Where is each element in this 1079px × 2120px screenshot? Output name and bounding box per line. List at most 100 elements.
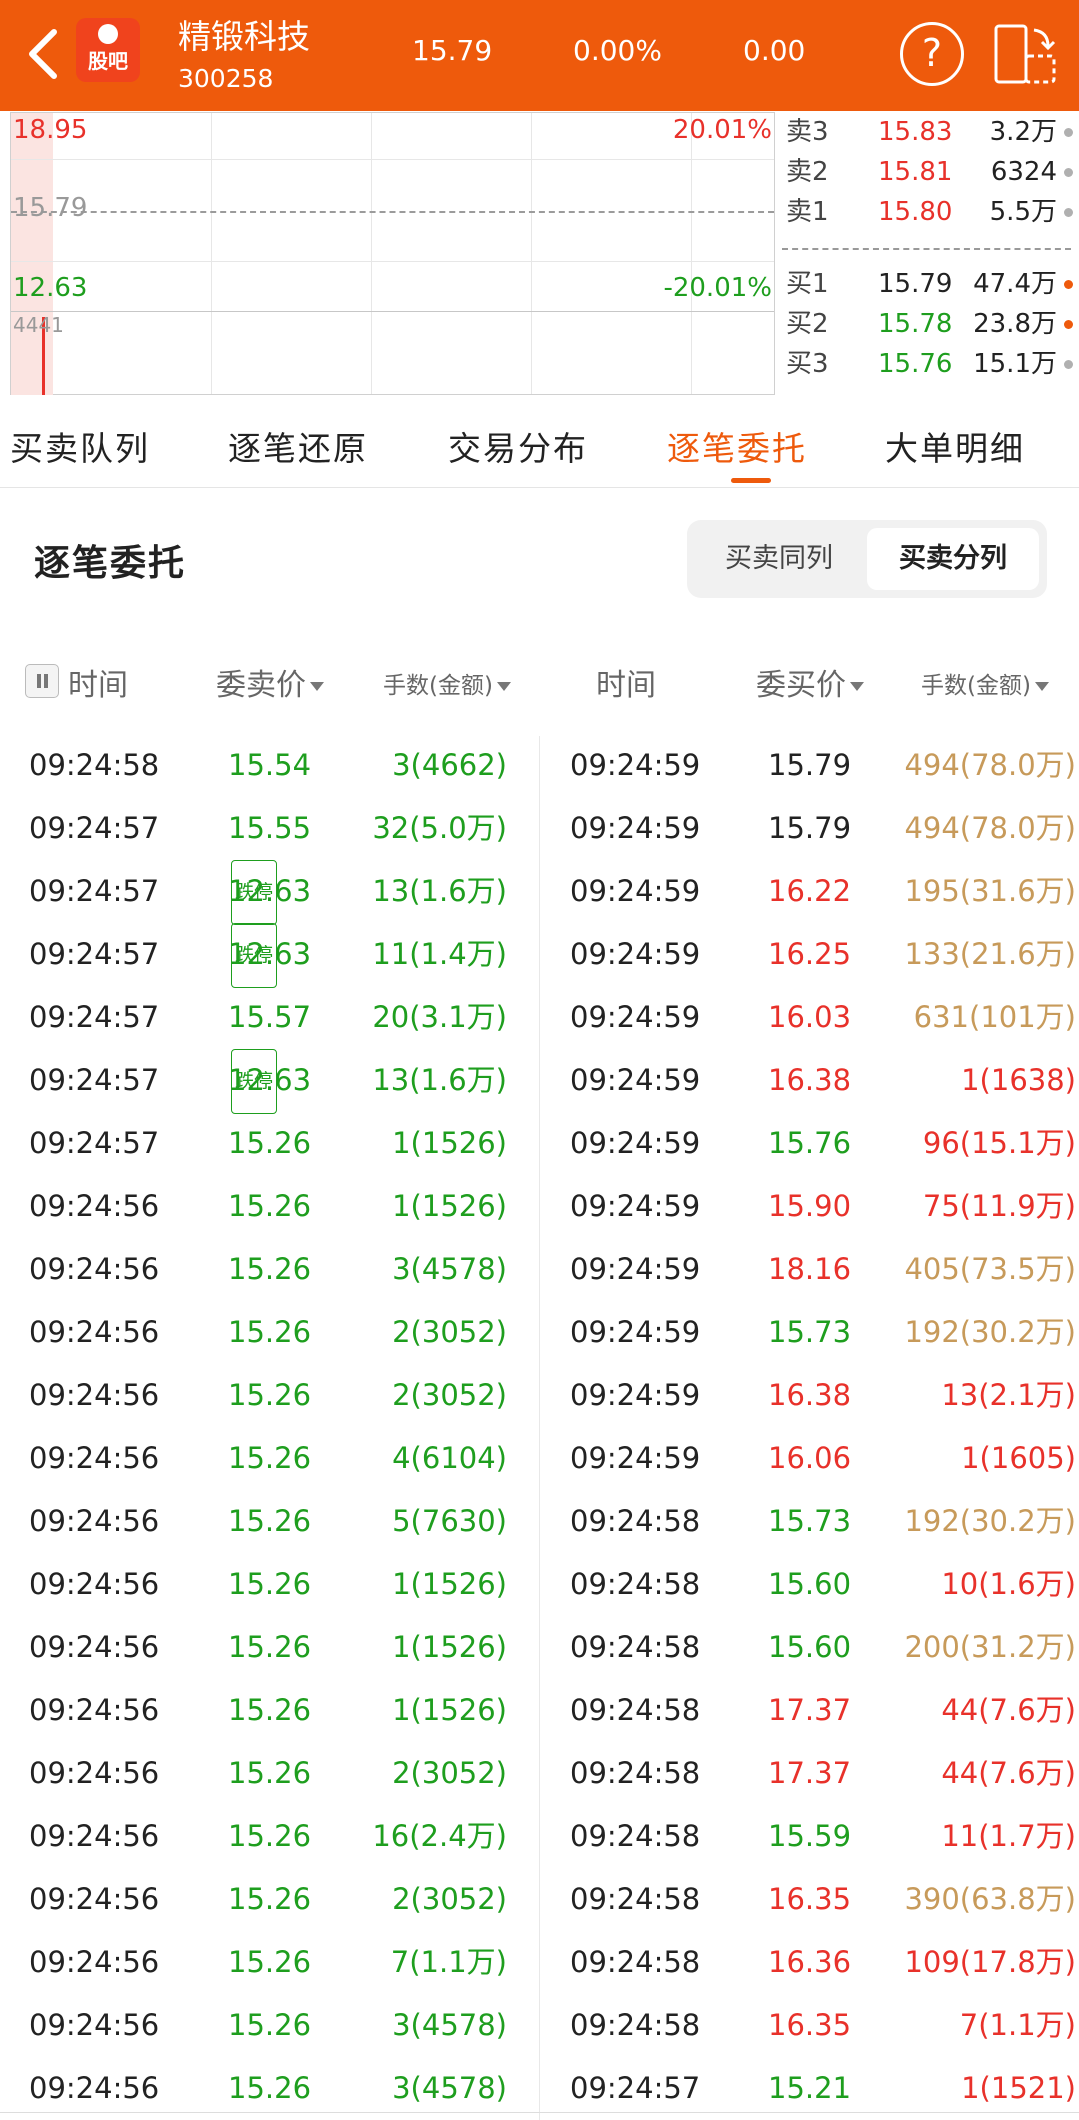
lower-limit-price: 12.63 xyxy=(13,273,88,303)
sell-time: 09:24:56 xyxy=(29,2071,160,2105)
sell-time: 09:24:57 xyxy=(29,1126,160,1160)
view-mode-toggle: 买卖同列 买卖分列 xyxy=(687,520,1047,598)
buy-price: 16.35 xyxy=(768,2008,852,2042)
table-row[interactable]: 09:24:57 15.57 20(3.1万) 09:24:59 16.03 631(10… xyxy=(0,986,1079,1049)
table-row[interactable]: 09:24:56 15.26 2(3052) 09:24:59 16.38 13(2.1万… xyxy=(0,1364,1079,1427)
buy-volume: 631(101万) xyxy=(913,1000,1076,1034)
sell-price-value: 15.26 xyxy=(228,1630,312,1664)
header-buy-price[interactable]: 委买价 xyxy=(756,660,864,704)
table-row[interactable]: 09:24:57 12.63 跌停 13(1.6万) 09:24:59 16.38 1(16… xyxy=(0,1049,1079,1114)
tab-large-orders[interactable]: 大单明细 xyxy=(885,422,1025,470)
split-column-button[interactable]: 买卖分列 xyxy=(867,528,1039,590)
help-icon[interactable]: ? xyxy=(900,22,964,86)
table-row[interactable]: 09:24:58 15.54 3(4662) 09:24:59 15.79 494(78.… xyxy=(0,734,1079,797)
back-arrow-icon[interactable] xyxy=(20,26,68,82)
header-sell-price[interactable]: 委卖价 xyxy=(216,660,324,704)
table-row[interactable]: 09:24:56 15.26 4(6104) 09:24:59 16.06 1(1605) xyxy=(0,1427,1079,1490)
table-row[interactable]: 09:24:56 15.26 2(3052) 09:24:59 15.73 192(30.… xyxy=(0,1301,1079,1364)
book-level-label: 卖2 xyxy=(786,157,829,187)
current-price: 15.79 xyxy=(412,34,493,67)
table-row[interactable]: 09:24:57 12.63 跌停 11(1.4万) 09:24:59 16.25 133(… xyxy=(0,923,1079,988)
buy-price: 17.37 xyxy=(768,1693,852,1727)
buy-price: 16.35 xyxy=(768,1882,852,1916)
book-volume: 15.1万 xyxy=(973,349,1057,379)
grid-vline xyxy=(371,113,372,394)
guba-logo[interactable]: 股吧 xyxy=(76,18,140,82)
table-row[interactable]: 09:24:56 15.26 1(1526) 09:24:59 15.90 75(11.9… xyxy=(0,1175,1079,1238)
buy-price: 16.36 xyxy=(768,1945,852,1979)
buy-price: 15.73 xyxy=(768,1504,852,1538)
sort-caret-icon xyxy=(310,682,324,691)
buy-time: 09:24:59 xyxy=(570,1063,701,1097)
limit-down-badge: 跌停 xyxy=(231,860,278,925)
ask-level-1[interactable]: 卖3 15.83 3.2万 xyxy=(780,112,1079,152)
sell-time: 09:24:57 xyxy=(29,1063,160,1097)
bottom-divider xyxy=(0,2112,1079,2113)
same-column-button[interactable]: 买卖同列 xyxy=(695,528,863,590)
header-buy-volume[interactable]: 手数(金额) xyxy=(921,666,1049,700)
book-price: 15.80 xyxy=(878,197,953,227)
sell-volume: 1(1526) xyxy=(392,1567,507,1601)
tab-trade-distribution[interactable]: 交易分布 xyxy=(448,422,588,470)
buy-price: 16.03 xyxy=(768,1000,852,1034)
intraday-chart[interactable]: 18.95 20.01% 15.79 12.63 -20.01% 4441 xyxy=(10,112,775,395)
table-row[interactable]: 09:24:56 15.26 1(1526) 09:24:58 15.60 200(31.… xyxy=(0,1616,1079,1679)
buy-time: 09:24:58 xyxy=(570,2008,701,2042)
sell-time: 09:24:56 xyxy=(29,1504,160,1538)
buy-volume: 10(1.6万) xyxy=(941,1567,1076,1601)
buy-time: 09:24:59 xyxy=(570,1252,701,1286)
buy-volume: 11(1.7万) xyxy=(941,1819,1076,1853)
ask-level-2[interactable]: 卖2 15.81 6324 xyxy=(780,152,1079,192)
table-row[interactable]: 09:24:56 15.26 7(1.1万) 09:24:58 16.36 109(17.… xyxy=(0,1931,1079,1994)
table-row[interactable]: 09:24:57 15.26 1(1526) 09:24:59 15.76 96(15.1… xyxy=(0,1112,1079,1175)
buy-time: 09:24:58 xyxy=(570,1630,701,1664)
bid-level-1[interactable]: 买1 15.79 47.4万 xyxy=(780,264,1079,304)
order-book[interactable]: 卖3 15.83 3.2万 卖2 15.81 6324 卖1 15.80 5.5万 买1 15.7… xyxy=(780,112,1079,395)
book-dot-icon xyxy=(1064,280,1073,289)
table-row[interactable]: 09:24:56 15.26 3(4578) 09:24:59 18.16 405(73.… xyxy=(0,1238,1079,1301)
buy-volume: 405(73.5万) xyxy=(904,1252,1076,1286)
buy-price: 15.60 xyxy=(768,1567,852,1601)
book-level-label: 卖1 xyxy=(786,197,829,227)
book-price: 15.81 xyxy=(878,157,953,187)
buy-volume: 75(11.9万) xyxy=(922,1189,1076,1223)
buy-volume: 13(2.1万) xyxy=(941,1378,1076,1412)
tab-trade-replay[interactable]: 逐笔还原 xyxy=(228,422,368,470)
buy-time: 09:24:58 xyxy=(570,1693,701,1727)
buy-volume: 390(63.8万) xyxy=(904,1882,1076,1916)
bid-level-2[interactable]: 买2 15.78 23.8万 xyxy=(780,304,1079,344)
table-row[interactable]: 09:24:56 15.26 2(3052) 09:24:58 16.35 390(63.… xyxy=(0,1868,1079,1931)
sell-volume: 4(6104) xyxy=(392,1441,507,1475)
tab-order-queue[interactable]: 买卖队列 xyxy=(10,422,150,470)
bid-level-3[interactable]: 买3 15.76 15.1万 xyxy=(780,344,1079,384)
table-row[interactable]: 09:24:56 15.26 5(7630) 09:24:58 15.73 192(30.… xyxy=(0,1490,1079,1553)
rotate-screen-icon[interactable] xyxy=(990,22,1060,86)
section-title: 逐笔委托 xyxy=(34,543,187,584)
table-row[interactable]: 09:24:57 15.55 32(5.0万) 09:24:59 15.79 494(78… xyxy=(0,797,1079,860)
buy-time: 09:24:59 xyxy=(570,1126,701,1160)
pause-icon[interactable] xyxy=(25,664,59,698)
table-row[interactable]: 09:24:56 15.26 1(1526) 09:24:58 15.60 10(1.6万… xyxy=(0,1553,1079,1616)
table-row[interactable]: 09:24:56 15.26 3(4578) 09:24:57 15.21 1(1521) xyxy=(0,2057,1079,2120)
sell-price-value: 15.26 xyxy=(228,1819,312,1853)
table-row[interactable]: 09:24:56 15.26 1(1526) 09:24:58 17.37 44(7.6万… xyxy=(0,1679,1079,1742)
header-sell-volume[interactable]: 手数(金额) xyxy=(383,666,511,700)
sell-price-value: 15.26 xyxy=(228,1378,312,1412)
tab-order-detail[interactable]: 逐笔委托 xyxy=(667,422,807,470)
table-row[interactable]: 09:24:57 12.63 跌停 13(1.6万) 09:24:59 16.22 195(… xyxy=(0,860,1079,925)
logo-text: 股吧 xyxy=(88,49,128,73)
grid-vline xyxy=(531,113,532,394)
book-level-label: 买1 xyxy=(786,269,829,299)
sell-price-value: 15.26 xyxy=(228,1126,312,1160)
buy-volume: 195(31.6万) xyxy=(904,874,1076,908)
ask-level-3[interactable]: 卖1 15.80 5.5万 xyxy=(780,192,1079,232)
table-row[interactable]: 09:24:56 15.26 3(4578) 09:24:58 16.35 7(1.1万) xyxy=(0,1994,1079,2057)
table-row[interactable]: 09:24:56 15.26 16(2.4万) 09:24:58 15.59 11(1.7… xyxy=(0,1805,1079,1868)
table-row[interactable]: 09:24:56 15.26 2(3052) 09:24:58 17.37 44(7.6万… xyxy=(0,1742,1079,1805)
book-level-label: 买2 xyxy=(786,309,829,339)
buy-price: 16.38 xyxy=(768,1063,852,1097)
buy-volume: 109(17.8万) xyxy=(904,1945,1076,1979)
logo-mark-icon xyxy=(98,24,118,44)
sell-time: 09:24:57 xyxy=(29,937,160,971)
sell-price-value: 15.55 xyxy=(228,811,312,845)
